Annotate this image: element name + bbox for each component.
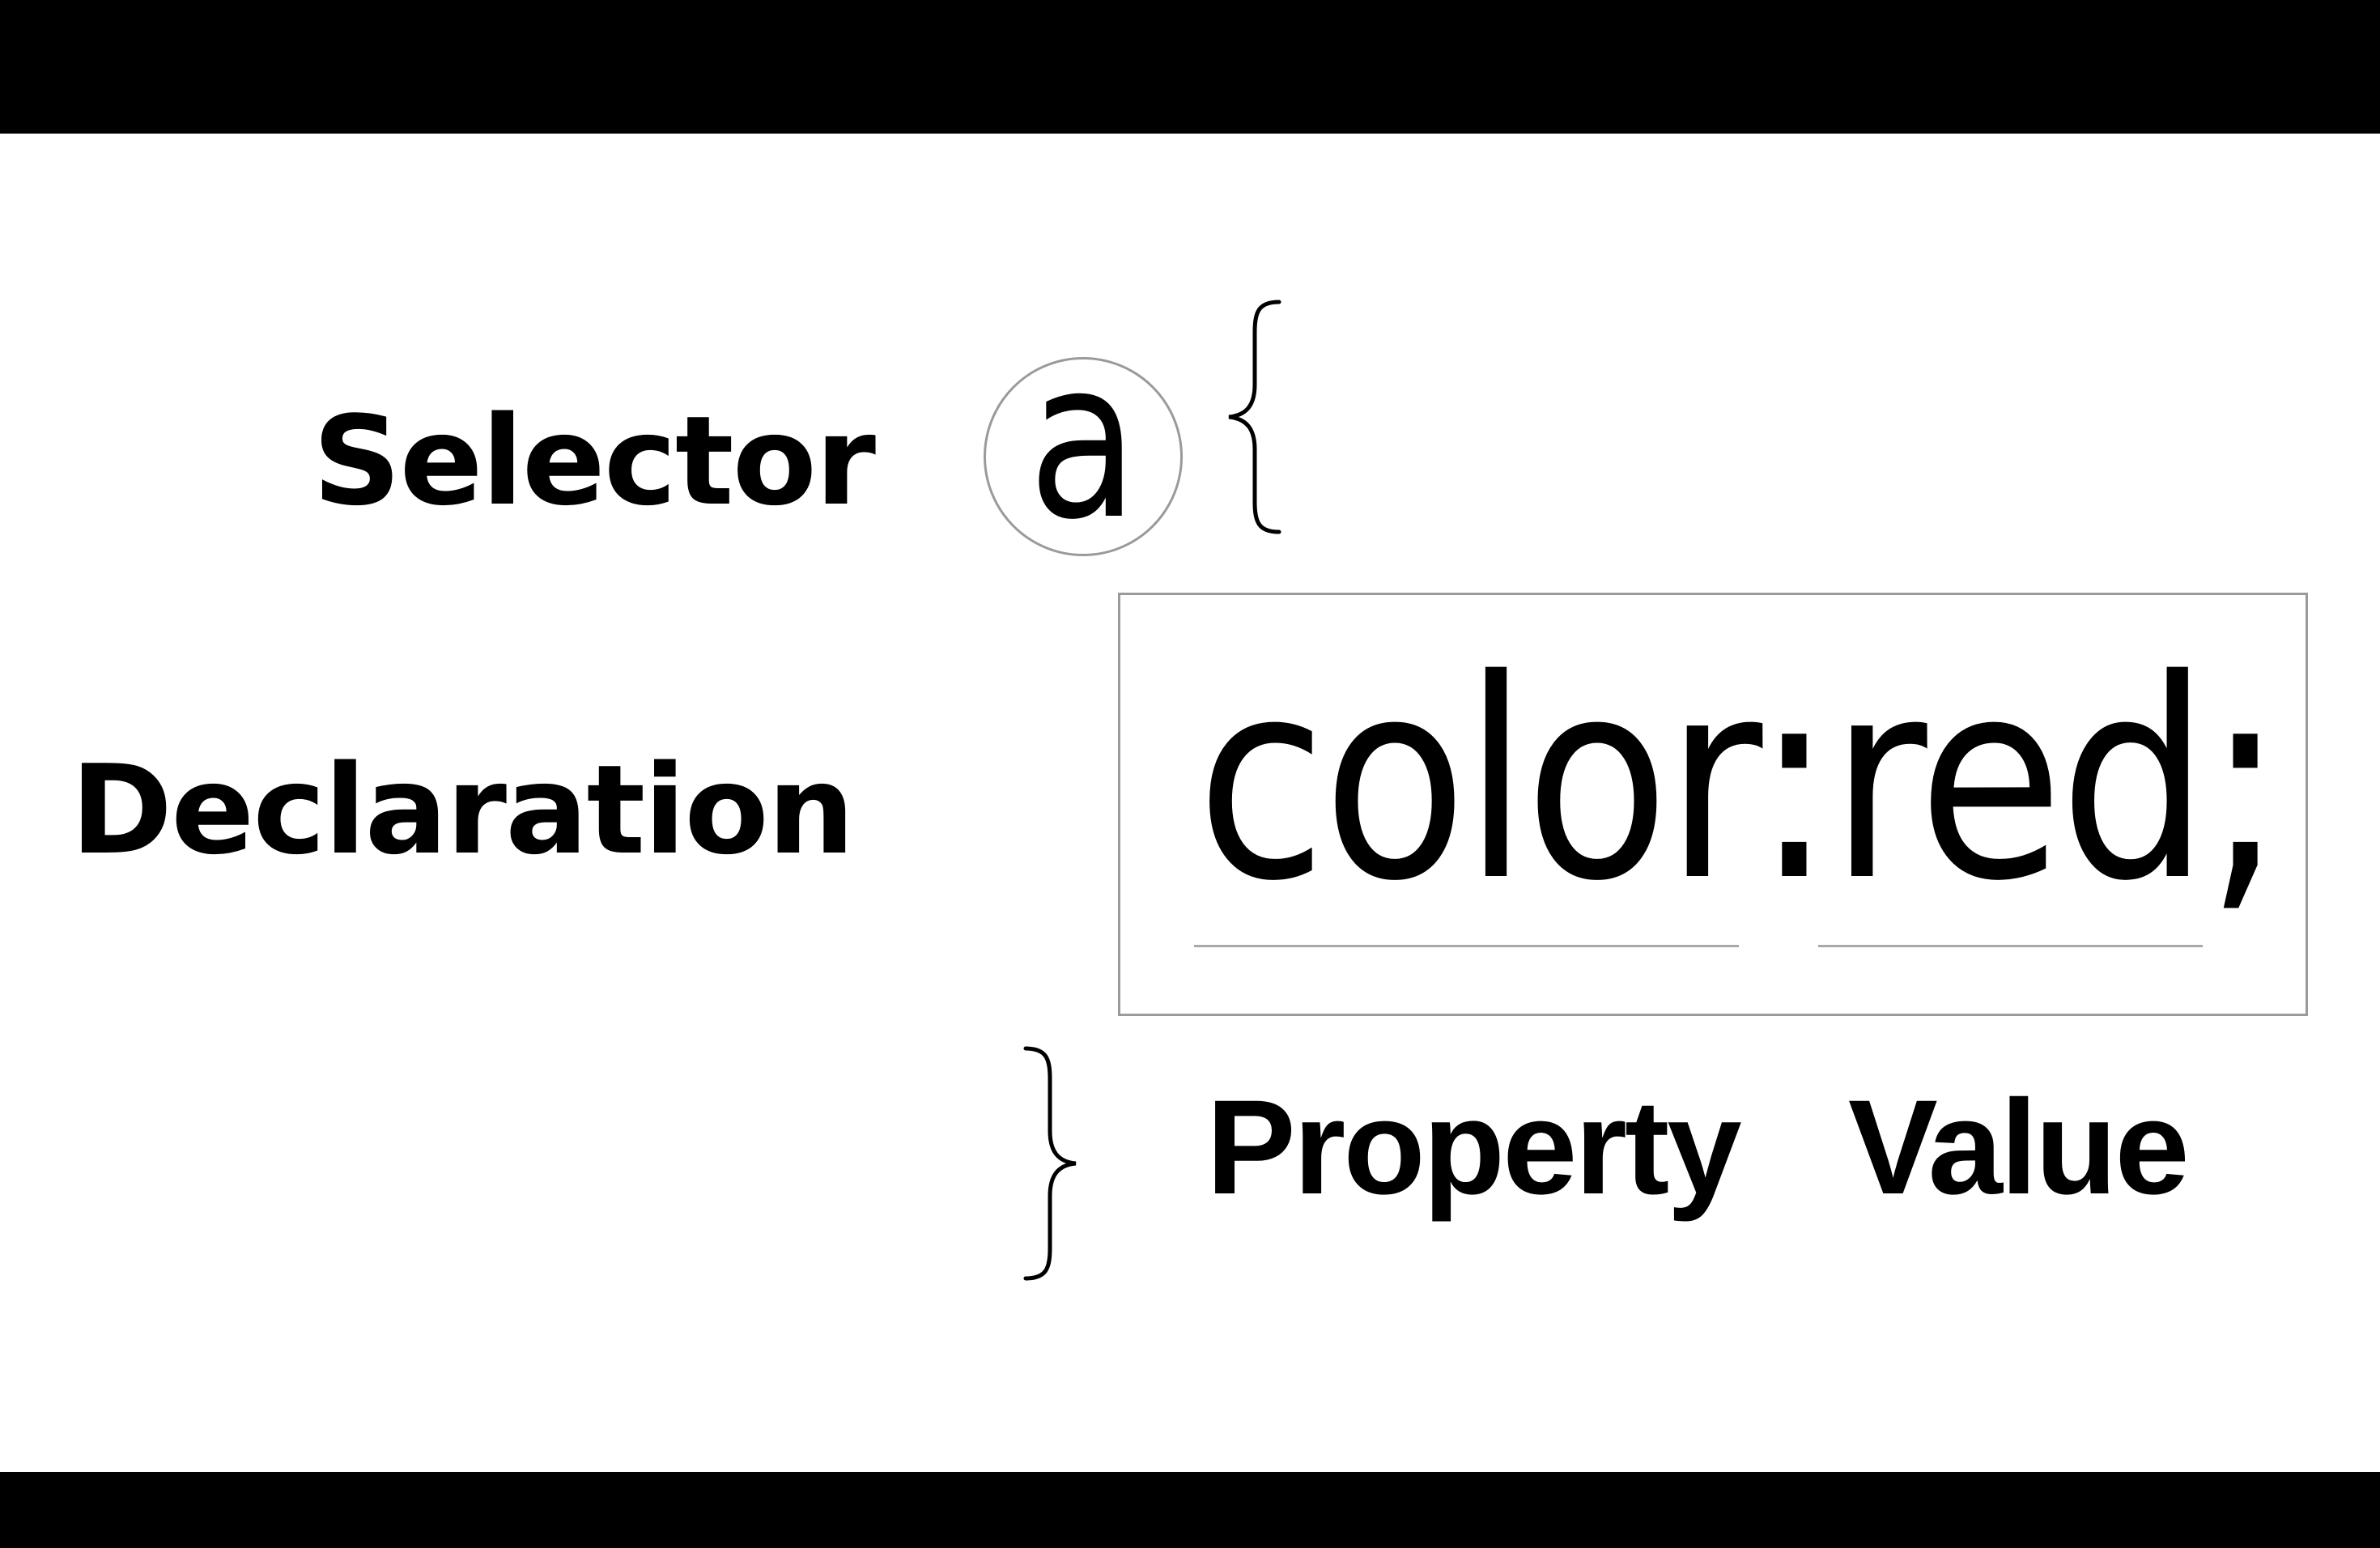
value-underline xyxy=(1818,945,2203,947)
declaration-code: color:red; xyxy=(1196,621,2285,942)
letterbox-top xyxy=(0,0,2380,134)
selector-label: Selector xyxy=(312,389,876,533)
property-underline xyxy=(1194,945,1739,947)
letterbox-bottom xyxy=(0,1472,2380,1548)
close-brace-icon xyxy=(1023,1046,1077,1281)
property-label: Property xyxy=(1206,1073,1742,1223)
css-rule-diagram: Selector Declaration a color:red; Proper… xyxy=(0,134,2380,1472)
declaration-label: Declaration xyxy=(70,738,855,882)
slide-frame: Selector Declaration a color:red; Proper… xyxy=(0,0,2380,1548)
open-brace-icon xyxy=(1228,300,1281,534)
value-label: Value xyxy=(1848,1073,2190,1223)
selector-code: a xyxy=(1028,313,1138,568)
